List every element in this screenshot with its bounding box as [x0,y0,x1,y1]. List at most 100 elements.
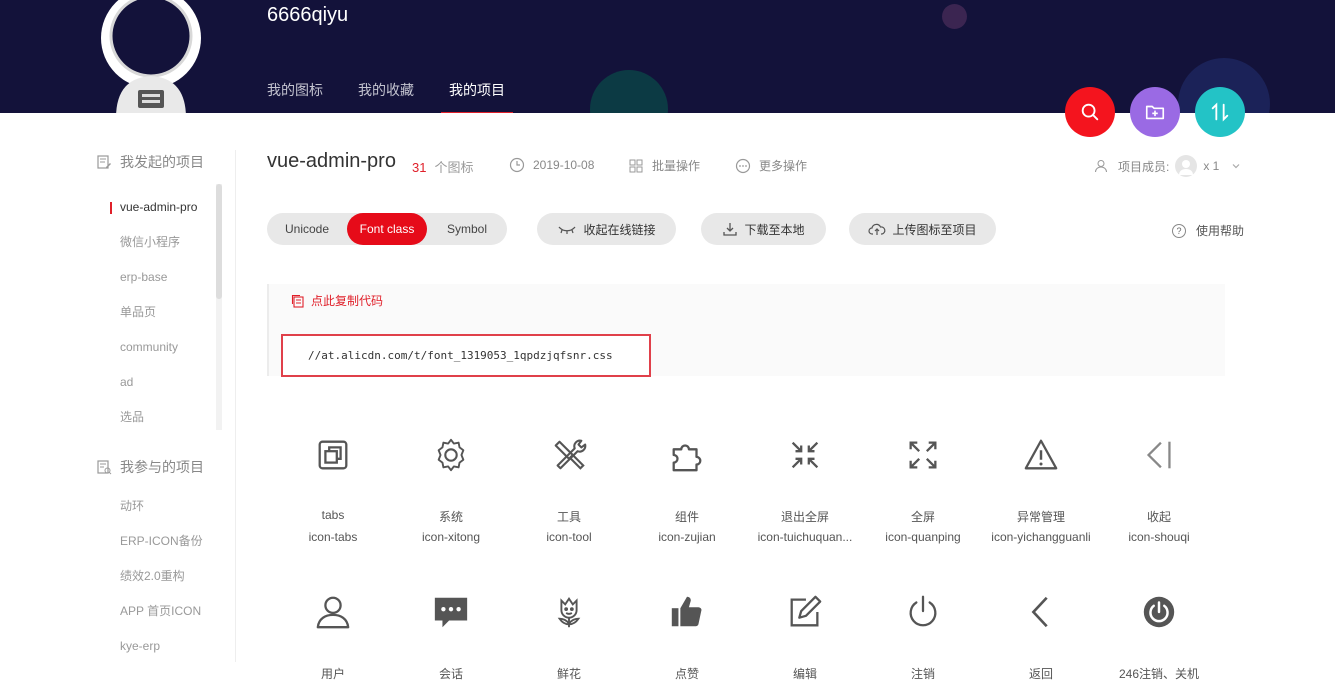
copy-code-button[interactable]: 点此复制代码 [291,292,383,309]
member-avatar [1175,155,1198,177]
sidebar-item-kye-erp[interactable]: kye-erp [96,629,235,664]
user-icon [316,596,350,629]
joined-projects-list: 动环 ERP-ICON备份 绩效2.0重构 APP 首页ICON kye-erp [96,489,235,664]
sidebar-item-performance-refactor[interactable]: 绩效2.0重构 [96,559,235,594]
icon-card[interactable]: 鲜花 [510,593,628,681]
batch-operation-button[interactable]: 批量操作 [628,157,700,174]
sidebar-scrollbar[interactable] [216,184,222,430]
help-label: 使用帮助 [1196,224,1245,238]
sort-button[interactable] [1195,87,1245,137]
help-link[interactable]: ? 使用帮助 [1172,222,1244,239]
gear-icon [437,438,465,472]
more-operations-button[interactable]: 更多操作 [735,157,807,174]
sidebar-item-ad[interactable]: ad [96,365,235,400]
members-icon [1095,160,1107,173]
clock-icon [509,157,525,173]
icon-name: 246注销、关机 [1118,667,1200,681]
icon-card[interactable]: 异常管理 icon-yichangguanli [982,436,1100,544]
css-link-text[interactable]: //at.alicdn.com/t/font_1319053_1qpdzjqfs… [281,334,651,377]
copy-icon [291,294,304,308]
sidebar-item-wechat-miniprogram[interactable]: 微信小程序 [96,225,235,260]
sidebar-item-community[interactable]: community [96,330,235,365]
tabs-icon [318,440,348,470]
chat-icon [434,597,468,628]
upload-icons-label: 上传图标至项目 [892,222,977,237]
project-sidebar: 我发起的项目 vue-admin-pro 微信小程序 erp-base 单品页 … [96,150,236,662]
member-avatar-icon [1179,160,1194,175]
upload-icons-button[interactable]: 上传图标至项目 [849,213,996,245]
edit-list-icon [97,155,111,169]
icon-card[interactable]: 246注销、关机 [1100,593,1218,681]
tab-my-projects[interactable]: 我的项目 [441,80,513,113]
icon-name: 全屏 [910,510,935,524]
header-tabs: 我的图标 我的收藏 我的项目 [267,80,540,113]
icon-card[interactable]: 返回 [982,593,1100,681]
format-symbol-tab[interactable]: Symbol [427,213,507,245]
icon-card[interactable]: 退出全屏 icon-tuichuquan... [746,436,864,544]
format-unicode-tab[interactable]: Unicode [267,213,347,245]
download-button[interactable]: 下载至本地 [701,213,826,245]
icon-class: icon-xitong [421,530,481,544]
sidebar-item-erp-icon-backup[interactable]: ERP-ICON备份 [96,524,235,559]
icon-name: 鲜花 [556,667,581,681]
power-icon [909,595,937,627]
icon-name: 注销 [910,667,935,681]
icon-card[interactable]: 会话 [392,593,510,681]
icon-card[interactable]: 用户 [274,593,392,681]
joined-projects-title: 我参与的项目 [120,459,204,475]
icon-card[interactable]: tabs icon-tabs [274,436,392,544]
format-fontclass-tab[interactable]: Font class [347,213,427,245]
edit-icon [790,595,822,627]
project-title: vue-admin-pro [267,150,396,172]
icon-class: icon-tabs [308,530,358,544]
warning-icon [1024,439,1058,470]
icon-card[interactable]: 组件 icon-zujian [628,436,746,544]
icon-card[interactable]: 注销 [864,593,982,681]
power-filled-icon [1143,596,1175,628]
tab-my-icons[interactable]: 我的图标 [267,80,323,113]
sidebar-item-selection[interactable]: 选品 [96,400,235,435]
icon-count-number: 31 [412,160,427,175]
sidebar-item-single-page[interactable]: 单品页 [96,295,235,330]
icon-name: tabs [321,508,345,522]
icon-class: icon-shouqi [1128,530,1190,544]
icon-class: icon-zujian [658,530,716,544]
eye-closed-icon [558,226,576,234]
tool-icon [554,439,587,470]
search-button[interactable] [1065,87,1115,137]
icon-name: 退出全屏 [780,510,829,524]
icon-card[interactable]: 编辑 [746,593,864,681]
sidebar-item-erp-base[interactable]: erp-base [96,260,235,295]
icon-card[interactable]: 收起 icon-shouqi [1100,436,1218,544]
icon-card[interactable]: 工具 icon-tool [510,436,628,544]
icon-name: 点赞 [674,667,699,681]
icon-name: 返回 [1028,667,1053,681]
icon-card[interactable]: 点赞 [628,593,746,681]
sidebar-item-app-home-icon[interactable]: APP 首页ICON [96,594,235,629]
icon-card[interactable]: 系统 icon-xitong [392,436,510,544]
collapse-online-link-button[interactable]: 收起在线链接 [537,213,676,245]
more-operations-label: 更多操作 [759,159,808,173]
icon-count: 31 个图标 [412,157,473,176]
members-label: 项目成员: [1118,159,1170,174]
decor-bubble [942,4,967,29]
project-date-text: 2019-10-08 [533,158,595,172]
icon-card[interactable]: 全屏 icon-quanping [864,436,982,544]
back-icon [1031,596,1048,628]
tab-my-favorites[interactable]: 我的收藏 [358,80,414,113]
icon-name: 收起 [1146,510,1171,524]
icon-name: 工具 [556,510,581,524]
add-project-button[interactable] [1130,87,1180,137]
decor-bubble [590,70,668,113]
search-list-icon [97,460,112,475]
icon-name: 编辑 [792,667,817,681]
icon-class: icon-tool [546,530,592,544]
sidebar-item-vue-admin-pro[interactable]: vue-admin-pro [96,190,235,225]
icon-name: 异常管理 [1016,510,1065,524]
sidebar-item-donghuan[interactable]: 动环 [96,489,235,524]
joined-projects-heading: 我参与的项目 [96,455,235,479]
download-label: 下载至本地 [744,222,805,237]
project-members[interactable]: 项目成员: x 1 [1094,155,1241,177]
sidebar-scroll-thumb[interactable] [216,184,222,299]
puzzle-icon [672,444,702,472]
